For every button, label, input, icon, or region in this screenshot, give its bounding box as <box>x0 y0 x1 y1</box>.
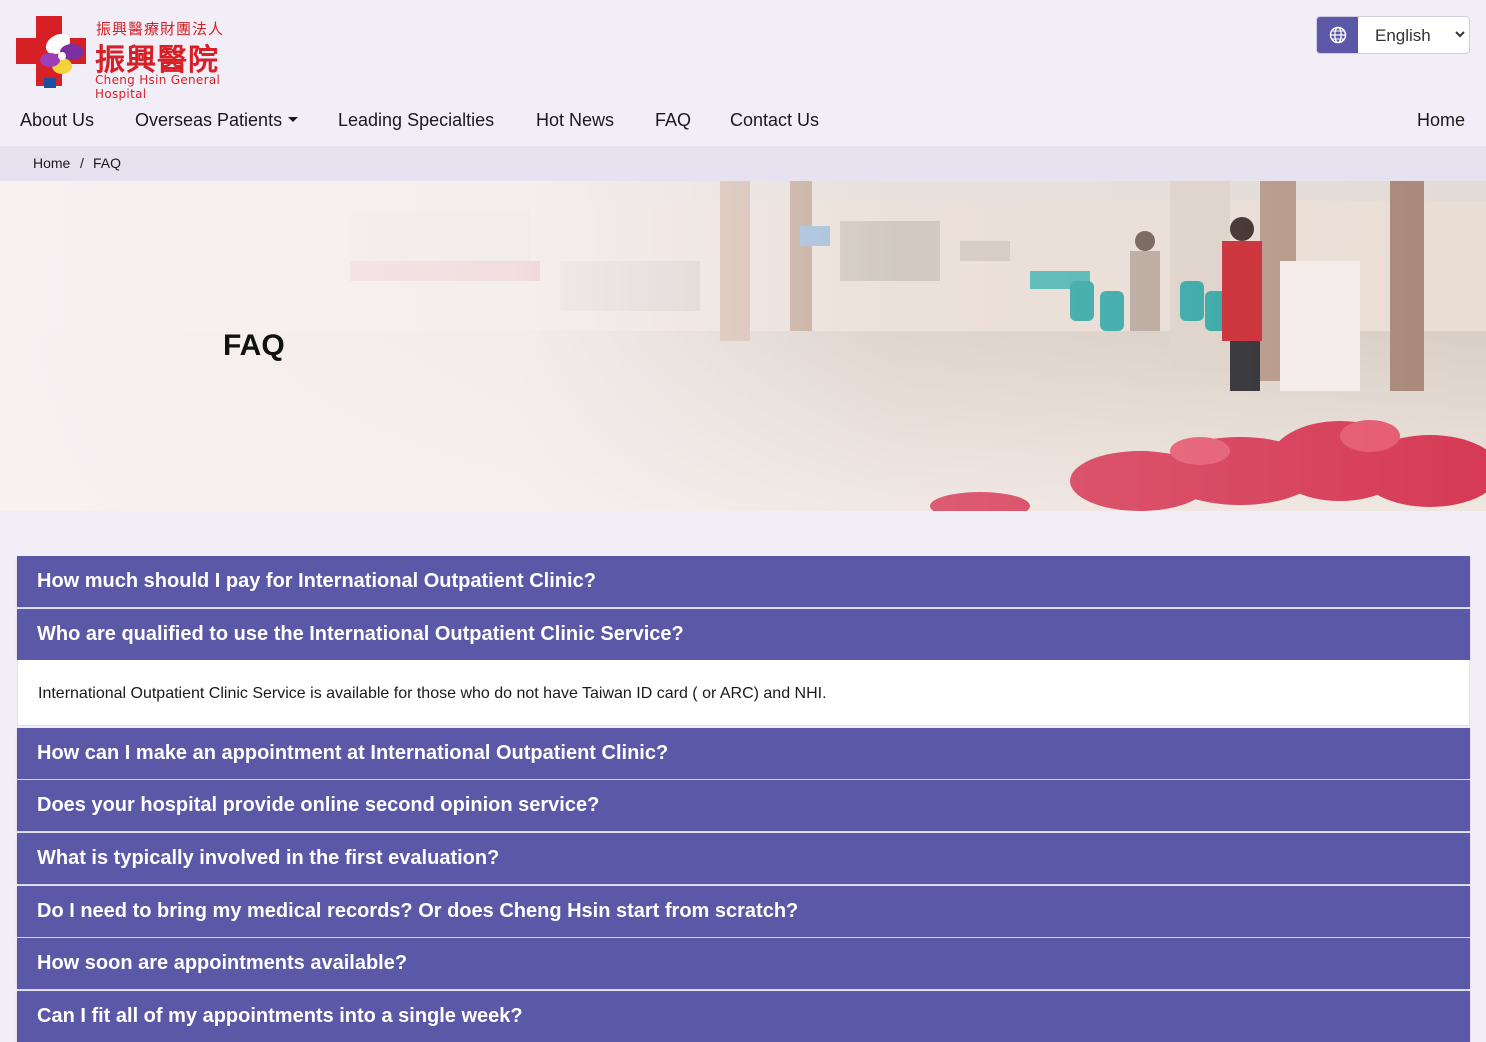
nav-contact-us[interactable]: Contact Us <box>730 110 819 131</box>
faq-question[interactable]: How soon are appointments available? <box>17 938 1470 989</box>
faq-question[interactable]: How can I make an appointment at Interna… <box>17 728 1470 779</box>
site-header: 振興醫療財團法人 振興醫院 Cheng Hsin General Hospita… <box>0 0 1486 146</box>
breadcrumb-home[interactable]: Home <box>33 155 70 171</box>
globe-icon <box>1317 17 1358 53</box>
breadcrumb-separator: / <box>80 155 84 171</box>
red-cross-orchid-icon <box>16 16 86 88</box>
caret-down-icon <box>288 117 299 122</box>
hero-banner: FAQ <box>0 181 1486 511</box>
nav-hot-news[interactable]: Hot News <box>536 110 614 131</box>
breadcrumb-current: FAQ <box>93 155 122 171</box>
language-selected: English <box>1375 26 1431 45</box>
main-nav: About Us Overseas Patients Leading Speci… <box>0 106 1486 136</box>
breadcrumb: Home / FAQ <box>0 146 1486 181</box>
hero-title: FAQ <box>223 329 285 362</box>
nav-faq[interactable]: FAQ <box>655 110 691 131</box>
hospital-logo[interactable]: 振興醫療財團法人 振興醫院 Cheng Hsin General Hospita… <box>14 14 274 101</box>
faq-answer: International Outpatient Clinic Service … <box>17 660 1470 726</box>
language-select[interactable]: English <box>1316 16 1470 54</box>
faq-question[interactable]: What is typically involved in the first … <box>17 833 1470 884</box>
hospital-name-en: Cheng Hsin General Hospital <box>95 73 221 101</box>
chevron-down-icon <box>1455 31 1465 38</box>
nav-home[interactable]: Home <box>1417 110 1465 131</box>
faq-question[interactable]: Does your hospital provide online second… <box>17 780 1470 831</box>
faq-question[interactable]: Who are qualified to use the Internation… <box>17 609 1470 660</box>
faq-question[interactable]: Do I need to bring my medical records? O… <box>17 886 1470 937</box>
faq-question[interactable]: How much should I pay for International … <box>17 556 1470 607</box>
nav-overseas-patients-label: Overseas Patients <box>135 110 283 130</box>
faq-question[interactable]: Can I fit all of my appointments into a … <box>17 991 1470 1042</box>
nav-leading-specialties[interactable]: Leading Specialties <box>338 110 494 131</box>
nav-overseas-patients[interactable]: Overseas Patients <box>135 110 299 131</box>
nav-about-us[interactable]: About Us <box>20 110 94 131</box>
